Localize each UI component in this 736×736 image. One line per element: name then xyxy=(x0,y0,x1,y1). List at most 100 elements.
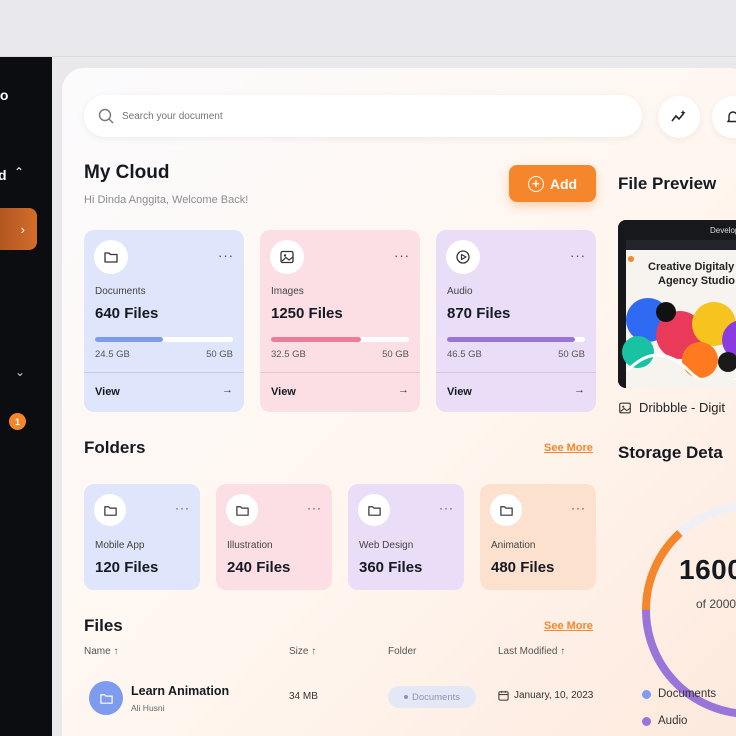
folder-tag: Documents xyxy=(388,686,476,708)
folder-name: Mobile App xyxy=(95,540,145,551)
column-header-name[interactable]: Name ↑ xyxy=(84,646,118,657)
play-icon xyxy=(446,240,480,274)
view-link[interactable]: View xyxy=(271,386,296,398)
folder-count: 360 Files xyxy=(359,559,423,576)
used-size: 46.5 GB xyxy=(447,349,482,360)
search-bar[interactable] xyxy=(84,95,642,137)
sidebar-brand: io xyxy=(0,87,9,103)
chevron-up-icon[interactable]: ⌃ xyxy=(14,165,24,179)
more-icon[interactable]: ··· xyxy=(307,501,322,515)
folder-tag-label: Documents xyxy=(411,691,461,703)
file-size: 34 MB xyxy=(289,691,318,702)
storage-card-images[interactable]: ··· Images 1250 Files 32.5 GB 50 GB View… xyxy=(260,230,420,412)
card-name: Documents xyxy=(95,286,146,297)
arrow-right-icon[interactable]: → xyxy=(222,384,233,396)
column-header-size[interactable]: Size ↑ xyxy=(289,646,316,657)
divider xyxy=(84,372,244,373)
file-name: Learn Animation xyxy=(131,684,230,698)
storage-card-audio[interactable]: ··· Audio 870 Files 46.5 GB 50 GB View → xyxy=(436,230,596,412)
more-icon[interactable]: ··· xyxy=(439,501,454,515)
progress-bar xyxy=(447,337,585,342)
arrow-right-icon[interactable]: → xyxy=(574,384,585,396)
card-name: Audio xyxy=(447,286,473,297)
sparkle-button[interactable] xyxy=(658,96,700,138)
folder-icon xyxy=(89,681,123,715)
sparkle-icon xyxy=(671,110,686,122)
preview-nav: Develop xyxy=(710,226,736,235)
column-header-folder[interactable]: Folder xyxy=(388,646,416,657)
add-button[interactable]: + Add xyxy=(509,165,596,202)
preview-file-name: Dribbble - Digit xyxy=(618,400,725,415)
arrow-up-icon: ↑ xyxy=(113,646,119,657)
arrow-up-icon: ↑ xyxy=(311,646,317,657)
chevron-down-icon[interactable]: ⌄ xyxy=(15,365,25,379)
folders-title: Folders xyxy=(84,438,146,457)
more-icon[interactable]: ··· xyxy=(218,248,234,263)
image-icon xyxy=(270,240,304,274)
progress-bar xyxy=(95,337,233,342)
more-icon[interactable]: ··· xyxy=(571,501,586,515)
legend-label: Documents xyxy=(658,688,717,700)
legend-dot xyxy=(642,689,651,699)
file-date: January, 10, 2023 xyxy=(498,690,593,701)
page-title: My Cloud xyxy=(84,162,170,183)
main-panel: My Cloud Hi Dinda Anggita, Welcome Back!… xyxy=(62,68,736,736)
search-icon xyxy=(98,108,114,124)
donut-segment-other xyxy=(641,530,683,611)
plus-icon: + xyxy=(527,175,544,192)
sidebar-item-active[interactable]: › xyxy=(0,208,37,250)
divider xyxy=(260,372,420,373)
calendar-icon xyxy=(498,690,509,701)
folder-card-web-design[interactable]: ··· Web Design 360 Files xyxy=(348,484,464,590)
legend-dot xyxy=(642,716,651,726)
legend-item-audio: Audio xyxy=(642,715,687,727)
search-input[interactable] xyxy=(122,110,522,122)
card-name: Images xyxy=(271,286,304,297)
files-title: Files xyxy=(84,616,123,635)
storage-capacity: of 2000 xyxy=(696,597,736,611)
folders-see-more-link[interactable]: See More xyxy=(544,442,593,454)
image-icon xyxy=(619,402,631,413)
sidebar-section-label: d xyxy=(0,167,7,183)
folder-card-animation[interactable]: ··· Animation 480 Files xyxy=(480,484,596,590)
progress-fill xyxy=(447,337,576,342)
notification-button[interactable] xyxy=(712,96,736,138)
arrow-right-icon[interactable]: → xyxy=(398,384,409,396)
folder-count: 480 Files xyxy=(491,559,555,576)
folder-card-illustration[interactable]: ··· Illustration 240 Files xyxy=(216,484,332,590)
more-icon[interactable]: ··· xyxy=(175,501,190,515)
file-preview-image[interactable]: Creative Digitaly Agency Studio Develop xyxy=(618,220,736,388)
storage-card-documents[interactable]: ··· Documents 640 Files 24.5 GB 50 GB Vi… xyxy=(84,230,244,412)
add-button-label: Add xyxy=(549,175,578,192)
column-header-label: Name xyxy=(84,646,111,657)
folder-name: Animation xyxy=(491,540,536,551)
card-count: 1250 Files xyxy=(271,305,343,322)
card-count: 870 Files xyxy=(447,305,511,322)
view-link[interactable]: View xyxy=(447,386,472,398)
chevron-right-icon: › xyxy=(20,221,25,237)
notification-badge: 1 xyxy=(9,413,26,430)
view-link[interactable]: View xyxy=(95,386,120,398)
folder-icon xyxy=(94,240,128,274)
folder-icon xyxy=(490,494,522,526)
bell-icon xyxy=(726,111,736,123)
preview-heading-2: Agency Studio xyxy=(658,275,735,287)
total-size: 50 GB xyxy=(558,349,585,360)
folder-name: Web Design xyxy=(359,540,414,551)
file-date-label: January, 10, 2023 xyxy=(514,690,594,701)
total-size: 50 GB xyxy=(206,349,233,360)
folder-icon xyxy=(358,494,390,526)
folder-count: 240 Files xyxy=(227,559,291,576)
folder-icon xyxy=(226,494,258,526)
more-icon[interactable]: ··· xyxy=(394,248,410,263)
folder-name: Illustration xyxy=(227,540,273,551)
used-size: 24.5 GB xyxy=(95,349,130,360)
folder-card-mobile-app[interactable]: ··· Mobile App 120 Files xyxy=(84,484,200,590)
column-header-last-modified[interactable]: Last Modified ↑ xyxy=(498,646,565,657)
files-see-more-link[interactable]: See More xyxy=(544,620,593,632)
storage-total: 1600 xyxy=(679,554,736,585)
column-header-label: Size xyxy=(289,646,309,657)
divider xyxy=(436,372,596,373)
more-icon[interactable]: ··· xyxy=(570,248,586,263)
browser-top-bar xyxy=(0,0,736,57)
